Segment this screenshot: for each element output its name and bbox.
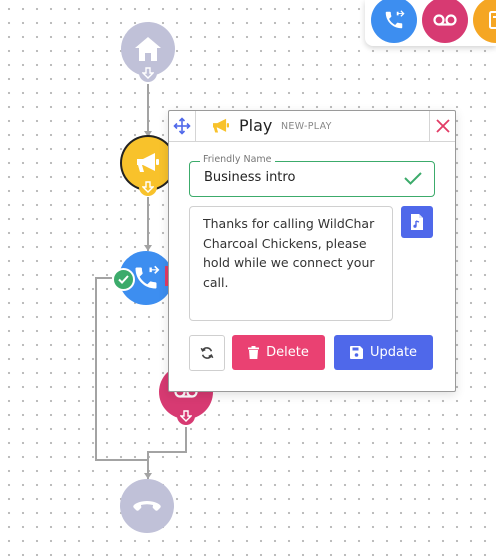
friendly-name-field: Friendly Name [189, 154, 435, 197]
megaphone-icon [137, 153, 159, 172]
trash-icon [248, 346, 260, 359]
valid-check-icon [404, 170, 422, 189]
delete-label: Delete [266, 345, 309, 360]
end-node[interactable] [120, 479, 174, 533]
upload-audio-button[interactable] [401, 206, 433, 238]
check-icon [118, 275, 129, 284]
close-icon [435, 119, 450, 133]
transfer-success-port[interactable] [112, 268, 135, 291]
phone-transfer-icon [385, 10, 405, 29]
hang-up-icon [133, 501, 161, 511]
voicemail-icon [433, 14, 457, 26]
friendly-name-label: Friendly Name [200, 154, 275, 165]
add-voicemail-node-button[interactable] [422, 0, 468, 43]
refresh-icon [200, 347, 214, 359]
phone-transfer-icon [135, 265, 160, 289]
update-button[interactable]: Update [334, 335, 433, 370]
add-document-node-button[interactable] [473, 0, 496, 43]
friendly-name-input[interactable] [204, 170, 384, 185]
start-node[interactable] [121, 22, 175, 82]
move-icon [173, 117, 191, 135]
audio-file-icon [411, 214, 423, 230]
update-label: Update [369, 345, 418, 360]
start-output-port[interactable] [139, 64, 157, 82]
move-panel-button[interactable] [169, 111, 196, 141]
refresh-button[interactable] [189, 335, 225, 371]
message-box: Thanks for calling WildChar Charcoal Chi… [189, 206, 393, 321]
play-node-panel: Play NEW-PLAY Friendly Name Thanks for c… [168, 110, 456, 392]
panel-title: Play [239, 116, 273, 135]
node-palette [365, 0, 496, 46]
home-icon [135, 37, 161, 61]
add-transfer-node-button[interactable] [371, 0, 417, 43]
panel-subtitle: NEW-PLAY [281, 121, 332, 132]
message-textarea[interactable]: Thanks for calling WildChar Charcoal Chi… [203, 214, 383, 314]
arrow-down-icon [142, 67, 154, 79]
connector-transfer-end [95, 277, 149, 479]
close-panel-button[interactable] [429, 111, 455, 141]
panel-header: Play NEW-PLAY [169, 111, 455, 142]
document-icon [489, 11, 496, 29]
save-icon [349, 346, 363, 359]
voicemail-output-port[interactable] [177, 407, 195, 425]
play-node[interactable] [122, 137, 174, 196]
arrow-down-icon [142, 181, 154, 193]
megaphone-icon [211, 118, 231, 138]
connector-voicemail-end [147, 427, 187, 479]
delete-button[interactable]: Delete [232, 335, 325, 370]
play-output-port[interactable] [139, 178, 157, 196]
arrow-down-icon [180, 410, 192, 422]
